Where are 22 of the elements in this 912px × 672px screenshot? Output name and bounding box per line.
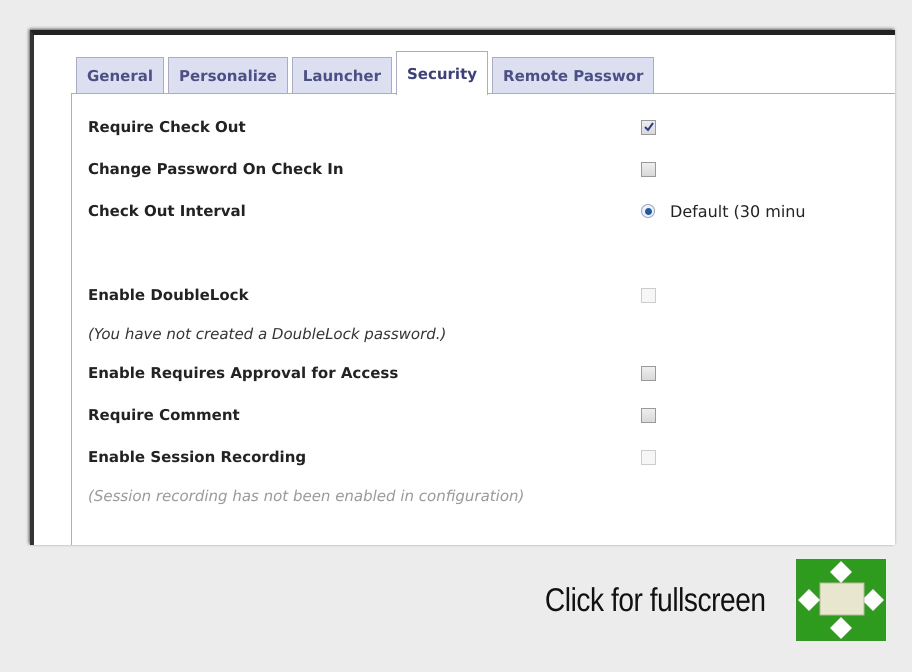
note-text: (You have not created a DoubleLock password.) [88, 324, 448, 345]
fullscreen-icon[interactable] [796, 559, 886, 641]
tab[interactable]: Security [396, 51, 488, 95]
radio-button[interactable] [641, 204, 655, 218]
tab[interactable]: Launcher [292, 57, 392, 94]
checkbox[interactable] [641, 120, 656, 134]
setting-label: Enable DoubleLock [88, 286, 250, 304]
note-text: (Session recording has not been enabled in configuration) [88, 486, 526, 507]
setting-label: Require Check Out [88, 118, 247, 136]
setting-label: Enable Requires Approval for Access [88, 364, 400, 382]
fullscreen-link[interactable]: Click for fullscreen [545, 581, 766, 619]
setting-label: Check Out Interval [88, 202, 247, 220]
tab[interactable]: General [76, 57, 164, 94]
setting-label: Require Comment [88, 406, 241, 424]
tab[interactable]: Remote Passwor [492, 57, 654, 94]
checkbox[interactable] [641, 162, 656, 176]
checkbox[interactable] [641, 366, 656, 380]
setting-label: Enable Session Recording [88, 448, 308, 466]
tab[interactable]: Personalize [168, 57, 288, 94]
radio-label: Default (30 minu [670, 202, 806, 220]
checkbox[interactable] [641, 408, 656, 422]
setting-label: Change Password On Check In [88, 160, 345, 178]
